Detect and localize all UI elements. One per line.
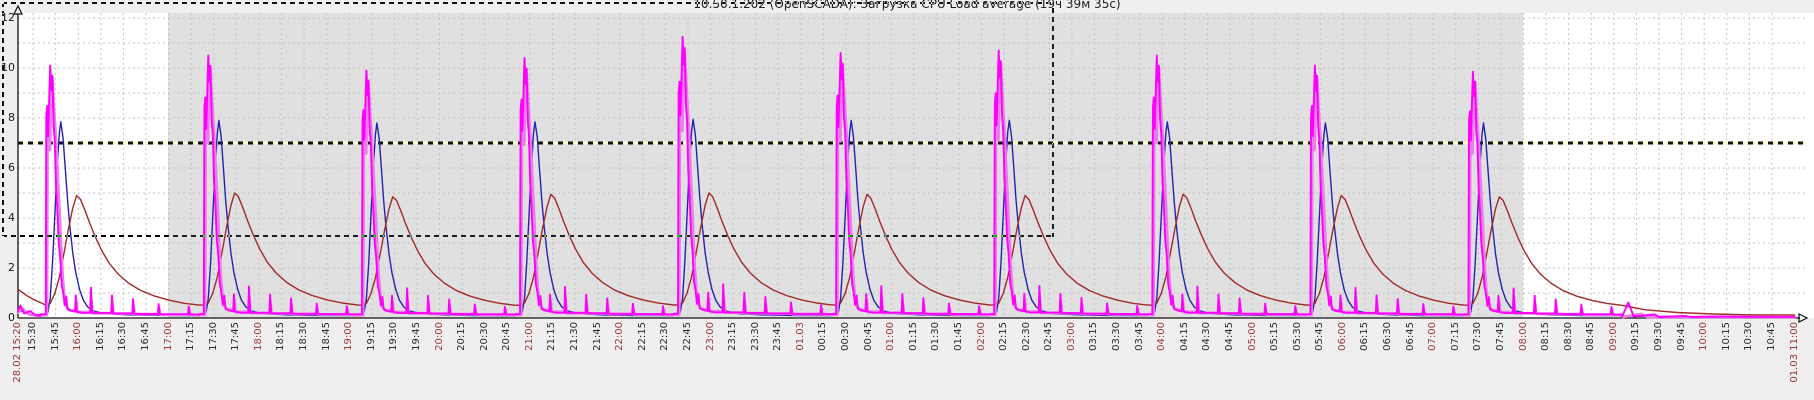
x-tick-label: 10:45 [1766, 322, 1777, 351]
x-tick-label: 10:15 [1721, 322, 1732, 351]
x-tick-label-date: 28.02 15:20 [12, 322, 23, 383]
selection-rect-bottom[interactable] [2, 235, 1054, 237]
x-tick-label: 08:45 [1585, 322, 1596, 351]
x-tick-label: 00:15 [817, 322, 828, 351]
x-tick-label: 10:00 [1698, 322, 1709, 351]
x-tick-label: 07:15 [1450, 322, 1461, 351]
x-tick-label-date: 01.03 [795, 322, 806, 351]
x-tick-label: 16:30 [117, 322, 128, 351]
x-tick-label: 19:15 [366, 322, 377, 351]
x-tick-label: 07:45 [1495, 322, 1506, 351]
x-tick-label: 04:15 [1179, 322, 1190, 351]
x-tick-label: 06:15 [1359, 322, 1370, 351]
x-tick-label: 17:45 [230, 322, 241, 351]
x-tick-label: 05:15 [1269, 322, 1280, 351]
selection-rect-top[interactable] [2, 2, 1054, 4]
x-tick-label: 00:30 [840, 322, 851, 351]
x-tick-label: 16:00 [72, 322, 83, 351]
x-tick-label: 03:45 [1134, 322, 1145, 351]
x-tick-label: 05:30 [1292, 322, 1303, 351]
x-tick-label: 23:15 [727, 322, 738, 351]
x-tick-label: 05:45 [1314, 322, 1325, 351]
x-tick-label: 01:30 [930, 322, 941, 351]
x-tick-label: 20:45 [501, 322, 512, 351]
x-tick-label-date: 01.03 11:00 [1789, 322, 1800, 383]
selection-rect-right[interactable] [1052, 8, 1054, 237]
x-tick-label: 17:15 [185, 322, 196, 351]
x-tick-label: 19:45 [411, 322, 422, 351]
x-tick-label: 21:45 [592, 322, 603, 351]
x-tick-label: 01:15 [908, 322, 919, 351]
x-tick-label: 09:15 [1630, 322, 1641, 351]
x-tick-label: 22:30 [659, 322, 670, 351]
y-tick-label: 2 [0, 261, 15, 274]
x-tick-label: 02:00 [976, 322, 987, 351]
pale-pink-line [18, 51, 1795, 318]
x-tick-label: 05:00 [1247, 322, 1258, 351]
x-tick-label: 04:00 [1156, 322, 1167, 351]
x-tick-label: 10:30 [1743, 322, 1754, 351]
x-tick-label: 07:00 [1427, 322, 1438, 351]
x-tick-label: 22:45 [682, 322, 693, 351]
x-tick-label: 09:00 [1608, 322, 1619, 351]
x-tick-label: 03:15 [1088, 322, 1099, 351]
x-tick-label: 23:00 [705, 322, 716, 351]
x-tick-label: 20:00 [434, 322, 445, 351]
x-tick-label: 01:00 [885, 322, 896, 351]
dark-red-line [18, 193, 1795, 315]
x-tick-label: 08:00 [1518, 322, 1529, 351]
x-tick-label: 18:30 [298, 322, 309, 351]
x-tick-label: 00:45 [863, 322, 874, 351]
x-tick-label: 08:15 [1540, 322, 1551, 351]
x-tick-label: 17:00 [163, 322, 174, 351]
x-tick-label: 21:15 [546, 322, 557, 351]
x-tick-label: 03:30 [1111, 322, 1122, 351]
trend-widget: 10.50.1.202 (OpenSCADA): Загрузка CPU Lo… [0, 0, 1814, 400]
x-tick-label: 01:45 [953, 322, 964, 351]
x-axis-arrow-icon [1799, 314, 1807, 322]
x-tick-label: 18:45 [321, 322, 332, 351]
x-tick-label: 04:45 [1224, 322, 1235, 351]
x-tick-label: 15:45 [50, 322, 61, 351]
x-tick-label: 06:30 [1382, 322, 1393, 351]
x-tick-label: 06:45 [1405, 322, 1416, 351]
x-tick-label: 16:45 [140, 322, 151, 351]
x-tick-label: 20:30 [479, 322, 490, 351]
x-tick-label: 02:30 [1021, 322, 1032, 351]
x-tick-label: 18:15 [275, 322, 286, 351]
x-tick-label: 07:30 [1472, 322, 1483, 351]
x-tick-label: 03:00 [1066, 322, 1077, 351]
x-tick-label: 22:15 [637, 322, 648, 351]
x-tick-label: 21:30 [569, 322, 580, 351]
x-tick-label: 23:30 [750, 322, 761, 351]
x-tick-label: 19:30 [388, 322, 399, 351]
x-tick-label: 23:45 [772, 322, 783, 351]
x-tick-label: 21:00 [524, 322, 535, 351]
x-tick-label: 17:30 [208, 322, 219, 351]
x-tick-label: 02:15 [998, 322, 1009, 351]
x-tick-label: 18:00 [253, 322, 264, 351]
selection-rect-left[interactable] [2, 2, 4, 237]
x-tick-label: 02:45 [1043, 322, 1054, 351]
x-tick-label: 16:15 [95, 322, 106, 351]
x-tick-label: 15:30 [27, 322, 38, 351]
x-tick-label: 08:30 [1563, 322, 1574, 351]
x-tick-label: 22:00 [614, 322, 625, 351]
x-tick-label: 09:45 [1676, 322, 1687, 351]
x-tick-label: 04:30 [1201, 322, 1212, 351]
x-tick-label: 20:15 [456, 322, 467, 351]
x-tick-label: 09:30 [1653, 322, 1664, 351]
x-tick-label: 06:00 [1337, 322, 1348, 351]
magenta-line [18, 37, 1795, 317]
x-tick-label: 19:00 [343, 322, 354, 351]
